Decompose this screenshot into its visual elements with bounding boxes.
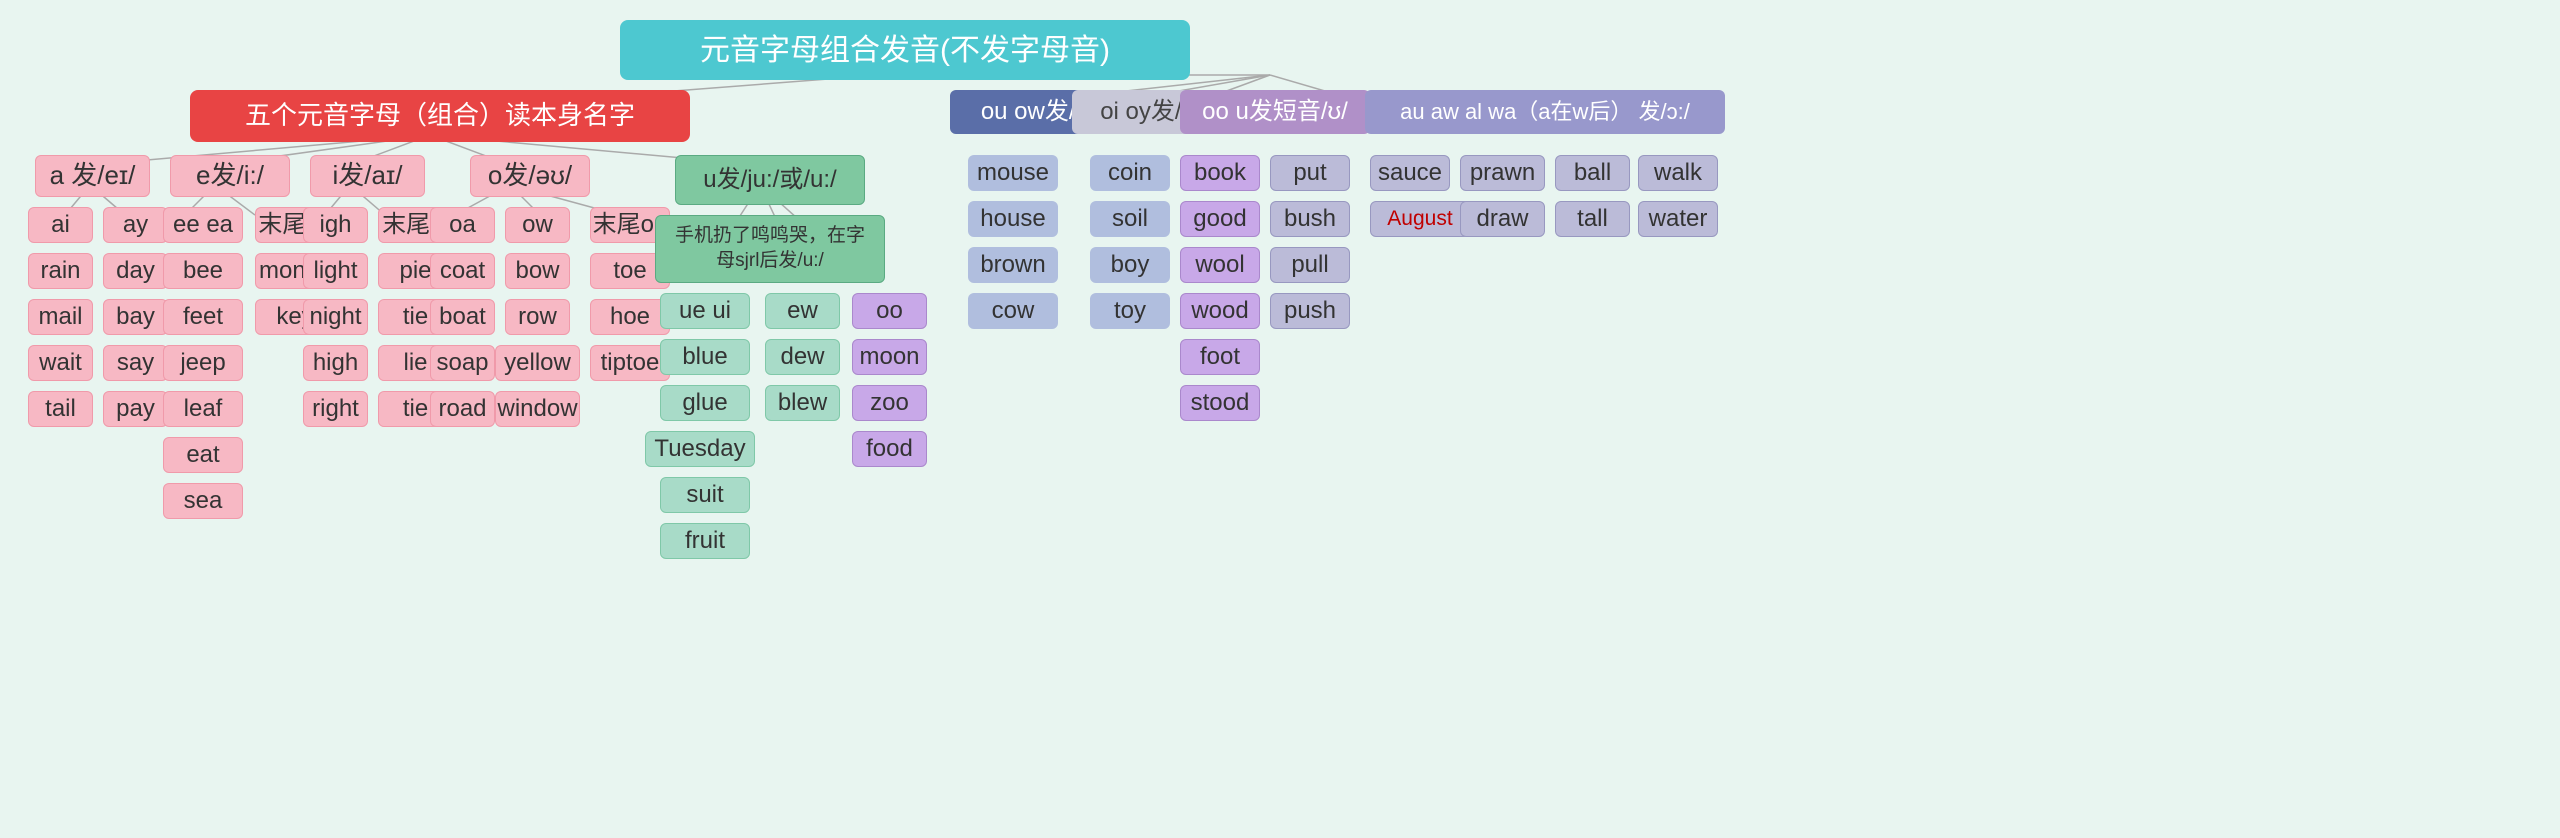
- u-fruit: fruit: [660, 523, 750, 559]
- o-soap: soap: [430, 345, 495, 381]
- u-blue: blue: [660, 339, 750, 375]
- u-blew: blew: [765, 385, 840, 421]
- ou-cow: cow: [968, 293, 1058, 329]
- a-day: day: [103, 253, 168, 289]
- u-note: 手机扔了鸣鸣哭，在字母sjrl后发/u:/: [655, 215, 885, 283]
- e-sea: sea: [163, 483, 243, 519]
- a-wait: wait: [28, 345, 93, 381]
- o-sub1: oa: [430, 207, 495, 243]
- au-draw: draw: [1460, 201, 1545, 237]
- oo-stood: stood: [1180, 385, 1260, 421]
- i-night: night: [303, 299, 368, 335]
- au-walk: walk: [1638, 155, 1718, 191]
- chart-container: 元音字母组合发音(不发字母音) 五个元音字母（组合）读本身名字 a 发/eɪ/ …: [0, 0, 2560, 838]
- a-sub2: ay: [103, 207, 168, 243]
- oo-foot: foot: [1180, 339, 1260, 375]
- a-say: say: [103, 345, 168, 381]
- i-right: right: [303, 391, 368, 427]
- oo-short-header: oo u发短音/ʊ/: [1180, 90, 1370, 134]
- u-sub2: ew: [765, 293, 840, 329]
- o-hoe: hoe: [590, 299, 670, 335]
- i-sub1: igh: [303, 207, 368, 243]
- a-bay: bay: [103, 299, 168, 335]
- oo-bush: bush: [1270, 201, 1350, 237]
- u-sub3: oo: [852, 293, 927, 329]
- e-feet: feet: [163, 299, 243, 335]
- u-header: u发/ju:/或/u:/: [675, 155, 865, 205]
- oo-push: push: [1270, 293, 1350, 329]
- ou-mouse: mouse: [968, 155, 1058, 191]
- oi-coin: coin: [1090, 155, 1170, 191]
- oi-toy: toy: [1090, 293, 1170, 329]
- u-zoo: zoo: [852, 385, 927, 421]
- au-header: au aw al wa（a在w后） 发/ɔ:/: [1365, 90, 1725, 134]
- e-header: e发/i:/: [170, 155, 290, 197]
- e-eat: eat: [163, 437, 243, 473]
- o-sub2: ow: [505, 207, 570, 243]
- e-sub1: ee ea: [163, 207, 243, 243]
- a-header: a 发/eɪ/: [35, 155, 150, 197]
- e-jeep: jeep: [163, 345, 243, 381]
- u-tuesday: Tuesday: [645, 431, 755, 467]
- ou-brown: brown: [968, 247, 1058, 283]
- u-sub1: ue ui: [660, 293, 750, 329]
- o-header: o发/əʊ/: [470, 155, 590, 197]
- a-tail: tail: [28, 391, 93, 427]
- u-moon: moon: [852, 339, 927, 375]
- au-prawn: prawn: [1460, 155, 1545, 191]
- u-suit: suit: [660, 477, 750, 513]
- a-rain: rain: [28, 253, 93, 289]
- o-boat: boat: [430, 299, 495, 335]
- red-header: 五个元音字母（组合）读本身名字: [190, 90, 690, 142]
- oo-wood: wood: [1180, 293, 1260, 329]
- oo-put: put: [1270, 155, 1350, 191]
- oi-boy: boy: [1090, 247, 1170, 283]
- u-food: food: [852, 431, 927, 467]
- oo-book: book: [1180, 155, 1260, 191]
- au-tall: tall: [1555, 201, 1630, 237]
- au-water: water: [1638, 201, 1718, 237]
- o-road: road: [430, 391, 495, 427]
- au-august: August: [1370, 201, 1470, 237]
- oo-good: good: [1180, 201, 1260, 237]
- i-light: light: [303, 253, 368, 289]
- i-header: i发/aɪ/: [310, 155, 425, 197]
- o-yellow: yellow: [495, 345, 580, 381]
- i-high: high: [303, 345, 368, 381]
- e-bee: bee: [163, 253, 243, 289]
- au-sauce: sauce: [1370, 155, 1450, 191]
- e-leaf: leaf: [163, 391, 243, 427]
- o-tiptoe: tiptoe: [590, 345, 670, 381]
- oo-wool: wool: [1180, 247, 1260, 283]
- a-sub1: ai: [28, 207, 93, 243]
- a-mail: mail: [28, 299, 93, 335]
- ou-house: house: [968, 201, 1058, 237]
- au-ball: ball: [1555, 155, 1630, 191]
- o-coat: coat: [430, 253, 495, 289]
- oi-soil: soil: [1090, 201, 1170, 237]
- main-title: 元音字母组合发音(不发字母音): [620, 20, 1190, 80]
- o-row: row: [505, 299, 570, 335]
- a-pay: pay: [103, 391, 168, 427]
- u-dew: dew: [765, 339, 840, 375]
- o-window: window: [495, 391, 580, 427]
- o-bow: bow: [505, 253, 570, 289]
- oo-pull: pull: [1270, 247, 1350, 283]
- u-glue: glue: [660, 385, 750, 421]
